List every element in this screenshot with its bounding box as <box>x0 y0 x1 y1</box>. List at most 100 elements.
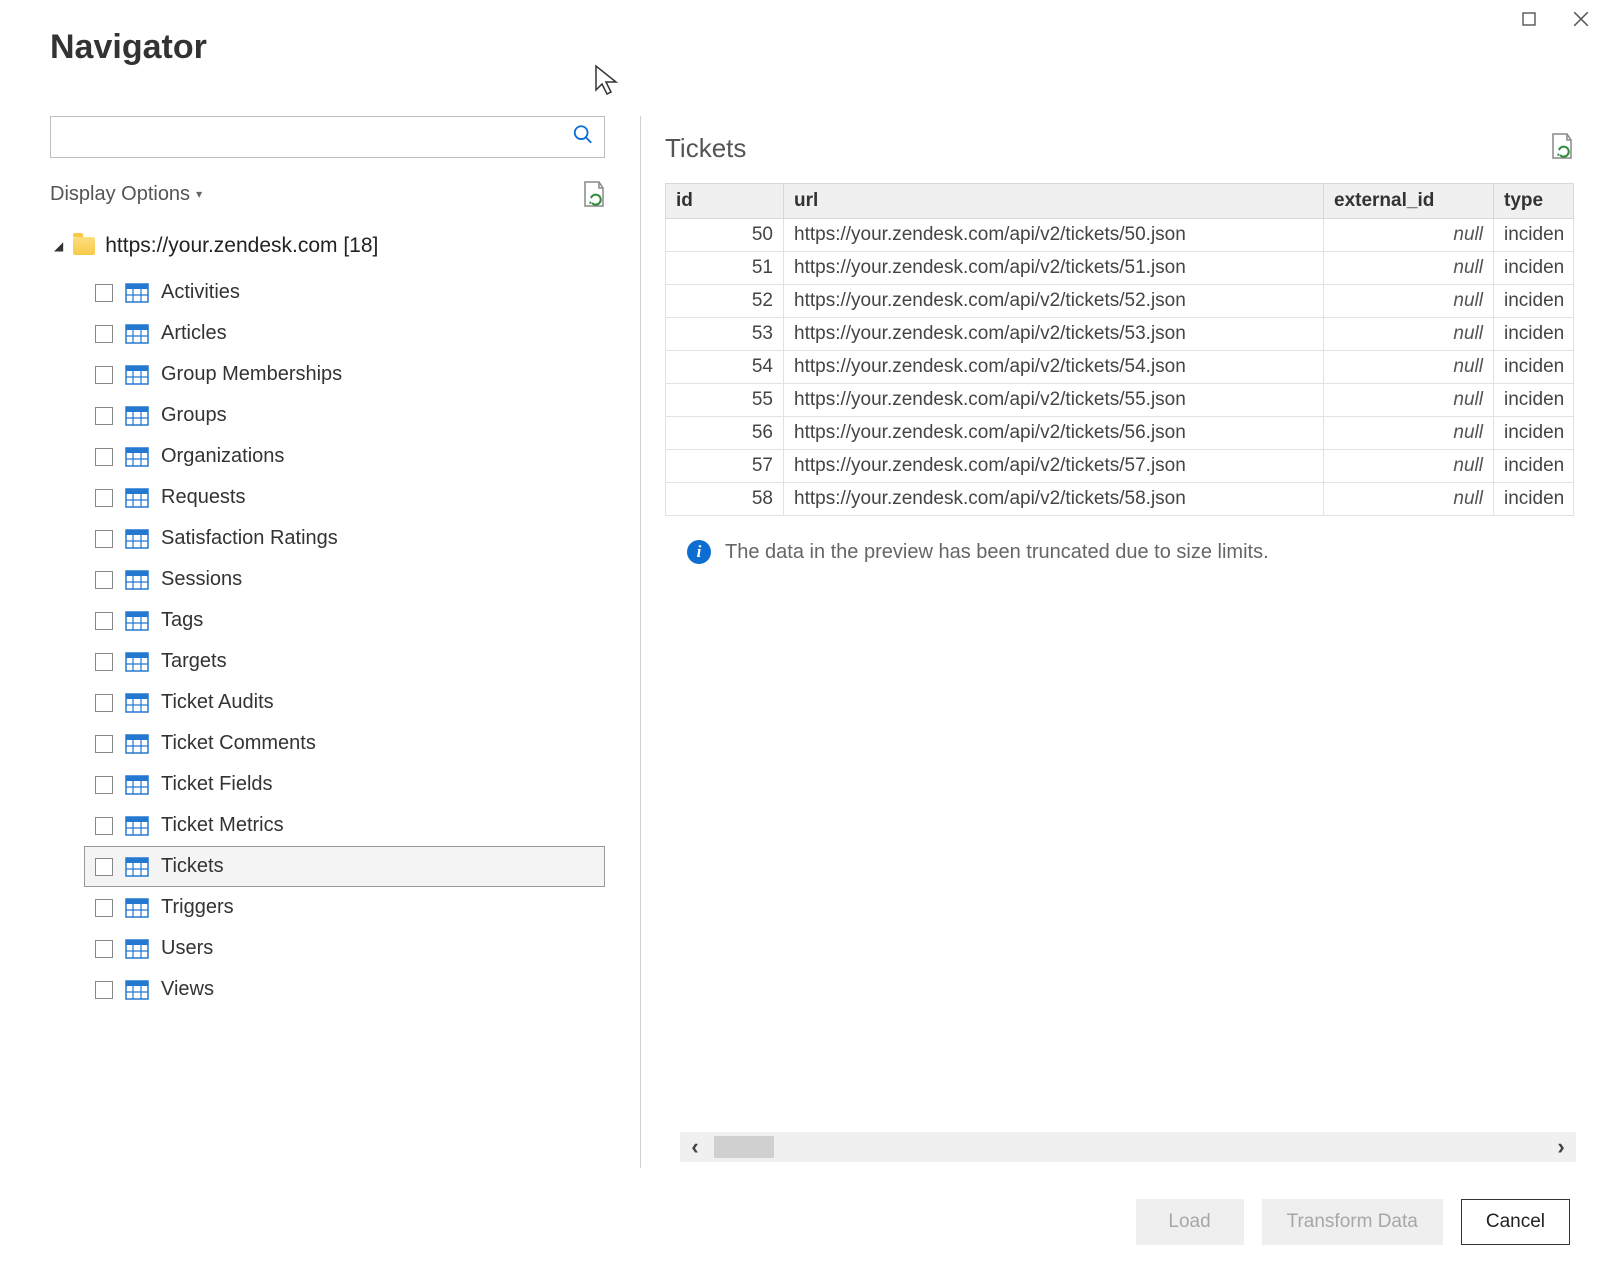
table-row[interactable]: 54https://your.zendesk.com/api/v2/ticket… <box>666 351 1574 384</box>
truncation-text: The data in the preview has been truncat… <box>725 541 1269 564</box>
display-options-dropdown[interactable]: Display Options ▾ <box>50 183 202 206</box>
cell-url: https://your.zendesk.com/api/v2/tickets/… <box>784 318 1324 351</box>
tree-checkbox[interactable] <box>95 653 113 671</box>
tree-item[interactable]: Requests <box>84 477 605 518</box>
table-icon <box>125 365 149 385</box>
transform-data-button[interactable]: Transform Data <box>1262 1199 1443 1245</box>
search-input[interactable] <box>51 117 604 157</box>
search-box <box>50 116 605 158</box>
tree-checkbox[interactable] <box>95 407 113 425</box>
maximize-button[interactable] <box>1516 6 1542 32</box>
tree-item[interactable]: Ticket Comments <box>84 723 605 764</box>
table-row[interactable]: 50https://your.zendesk.com/api/v2/ticket… <box>666 219 1574 252</box>
cell-external-id: null <box>1324 351 1494 384</box>
tree-root-node[interactable]: ◢ https://your.zendesk.com [18] <box>50 228 605 264</box>
tree-item[interactable]: Ticket Metrics <box>84 805 605 846</box>
table-row[interactable]: 52https://your.zendesk.com/api/v2/ticket… <box>666 285 1574 318</box>
folder-icon <box>73 237 95 255</box>
tree-item-label: Users <box>161 937 213 960</box>
tree-checkbox[interactable] <box>95 858 113 876</box>
tree-checkbox[interactable] <box>95 571 113 589</box>
tree-item[interactable]: Triggers <box>84 887 605 928</box>
tree-item[interactable]: Organizations <box>84 436 605 477</box>
column-header-external-id[interactable]: external_id <box>1324 184 1494 219</box>
table-row[interactable]: 55https://your.zendesk.com/api/v2/ticket… <box>666 384 1574 417</box>
display-options-label: Display Options <box>50 183 190 206</box>
tree-checkbox[interactable] <box>95 694 113 712</box>
table-row[interactable]: 57https://your.zendesk.com/api/v2/ticket… <box>666 450 1574 483</box>
tree-checkbox[interactable] <box>95 776 113 794</box>
cell-type: inciden <box>1494 450 1574 483</box>
table-icon <box>125 980 149 1000</box>
tree-item[interactable]: Ticket Audits <box>84 682 605 723</box>
scroll-right-arrow[interactable]: › <box>1546 1132 1576 1162</box>
tree-checkbox[interactable] <box>95 817 113 835</box>
tree-item[interactable]: Activities <box>84 272 605 313</box>
cell-id: 51 <box>666 252 784 285</box>
tree-item[interactable]: Group Memberships <box>84 354 605 395</box>
tree-checkbox[interactable] <box>95 940 113 958</box>
tree-item[interactable]: Users <box>84 928 605 969</box>
expand-caret-icon: ◢ <box>54 239 63 253</box>
column-header-url[interactable]: url <box>784 184 1324 219</box>
cell-url: https://your.zendesk.com/api/v2/tickets/… <box>784 417 1324 450</box>
close-button[interactable] <box>1568 6 1594 32</box>
tree-checkbox[interactable] <box>95 489 113 507</box>
horizontal-scrollbar[interactable]: ‹ › <box>680 1132 1576 1162</box>
table-icon <box>125 611 149 631</box>
refresh-icon[interactable] <box>581 180 605 208</box>
tree-item[interactable]: Groups <box>84 395 605 436</box>
tree-root-label: https://your.zendesk.com [18] <box>105 234 378 258</box>
pane-divider[interactable] <box>640 116 641 1168</box>
tree-checkbox[interactable] <box>95 366 113 384</box>
table-icon <box>125 816 149 836</box>
tree-checkbox[interactable] <box>95 284 113 302</box>
tree-item-label: Tickets <box>161 855 224 878</box>
tree-item[interactable]: Targets <box>84 641 605 682</box>
tree-checkbox[interactable] <box>95 735 113 753</box>
tree-item[interactable]: Satisfaction Ratings <box>84 518 605 559</box>
tree-item-label: Requests <box>161 486 246 509</box>
cell-url: https://your.zendesk.com/api/v2/tickets/… <box>784 252 1324 285</box>
tree-item[interactable]: Ticket Fields <box>84 764 605 805</box>
table-row[interactable]: 53https://your.zendesk.com/api/v2/ticket… <box>666 318 1574 351</box>
cell-external-id: null <box>1324 252 1494 285</box>
table-row[interactable]: 51https://your.zendesk.com/api/v2/ticket… <box>666 252 1574 285</box>
tree-item[interactable]: Views <box>84 969 605 1010</box>
chevron-down-icon: ▾ <box>196 187 202 201</box>
refresh-preview-icon[interactable] <box>1549 132 1573 165</box>
tree-item-label: Targets <box>161 650 227 673</box>
column-header-id[interactable]: id <box>666 184 784 219</box>
cancel-button[interactable]: Cancel <box>1461 1199 1570 1245</box>
tree-item-label: Ticket Comments <box>161 732 316 755</box>
tree-item[interactable]: Tags <box>84 600 605 641</box>
tree-item[interactable]: Sessions <box>84 559 605 600</box>
table-icon <box>125 283 149 303</box>
table-icon <box>125 324 149 344</box>
cell-external-id: null <box>1324 417 1494 450</box>
preview-title: Tickets <box>665 133 746 164</box>
scroll-thumb[interactable] <box>714 1136 774 1158</box>
load-button[interactable]: Load <box>1136 1199 1244 1245</box>
preview-table: id url external_id type 50https://your.z… <box>665 183 1574 516</box>
tree-item[interactable]: Tickets <box>84 846 605 887</box>
tree-item-label: Group Memberships <box>161 363 342 386</box>
cell-type: inciden <box>1494 219 1574 252</box>
cell-type: inciden <box>1494 384 1574 417</box>
scroll-left-arrow[interactable]: ‹ <box>680 1132 710 1162</box>
table-row[interactable]: 56https://your.zendesk.com/api/v2/ticket… <box>666 417 1574 450</box>
table-icon <box>125 775 149 795</box>
cell-external-id: null <box>1324 483 1494 516</box>
tree-checkbox[interactable] <box>95 612 113 630</box>
tree-checkbox[interactable] <box>95 981 113 999</box>
column-header-type[interactable]: type <box>1494 184 1574 219</box>
tree-checkbox[interactable] <box>95 899 113 917</box>
search-icon[interactable] <box>572 124 594 151</box>
tree-checkbox[interactable] <box>95 325 113 343</box>
table-header-row: id url external_id type <box>666 184 1574 219</box>
tree-checkbox[interactable] <box>95 530 113 548</box>
tree-checkbox[interactable] <box>95 448 113 466</box>
tree-item[interactable]: Articles <box>84 313 605 354</box>
table-row[interactable]: 58https://your.zendesk.com/api/v2/ticket… <box>666 483 1574 516</box>
cell-id: 57 <box>666 450 784 483</box>
